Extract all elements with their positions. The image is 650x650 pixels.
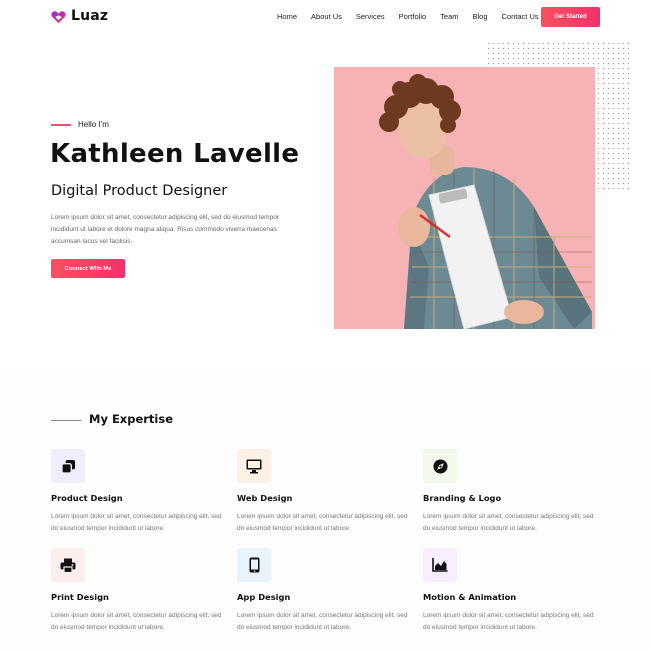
card-description: Lorem ipsum dolor sit amet, consectetur … bbox=[237, 612, 408, 631]
card-title: Branding & Logo bbox=[423, 493, 502, 503]
expertise-card-web-design[interactable]: Web Design Lorem ipsum dolor sit amet, c… bbox=[237, 449, 417, 532]
nav-home[interactable]: Home bbox=[277, 12, 297, 21]
greeting-line bbox=[51, 124, 71, 126]
printer-icon bbox=[51, 548, 85, 582]
nav-blog[interactable]: Blog bbox=[473, 12, 488, 21]
connect-button[interactable]: Connect With Me bbox=[51, 259, 125, 278]
hero-illustration bbox=[379, 74, 592, 329]
hero-description: Lorem ipsum dolor sit amet, consectetur … bbox=[51, 214, 279, 245]
site-header: Luaz Home About Us Services Portfolio Te… bbox=[0, 0, 650, 34]
expertise-card-product-design[interactable]: Product Design Lorem ipsum dolor sit ame… bbox=[51, 449, 231, 532]
expertise-card-print-design[interactable]: Print Design Lorem ipsum dolor sit amet,… bbox=[51, 548, 231, 631]
hero-role: Digital Product Designer bbox=[51, 183, 228, 199]
hero-image bbox=[334, 67, 595, 329]
chart-icon bbox=[423, 548, 457, 582]
card-title: Print Design bbox=[51, 592, 109, 602]
card-title: Web Design bbox=[237, 493, 293, 503]
expertise-card-branding[interactable]: Branding & Logo Lorem ipsum dolor sit am… bbox=[423, 449, 603, 532]
card-description: Lorem ipsum dolor sit amet, consectetur … bbox=[51, 612, 222, 631]
card-description: Lorem ipsum dolor sit amet, consectetur … bbox=[423, 612, 594, 631]
nav-about[interactable]: About Us bbox=[311, 12, 342, 21]
card-title: Motion & Animation bbox=[423, 592, 517, 602]
nav-portfolio[interactable]: Portfolio bbox=[399, 12, 427, 21]
nav-contact[interactable]: Contact Us bbox=[502, 12, 539, 21]
hero-name: Kathleen Lavelle bbox=[50, 139, 300, 169]
mobile-icon bbox=[237, 548, 271, 582]
nav-team[interactable]: Team bbox=[440, 12, 458, 21]
get-started-button[interactable]: Get Started bbox=[541, 7, 600, 27]
card-description: Lorem ipsum dolor sit amet, consectetur … bbox=[423, 513, 594, 532]
section-title-line bbox=[51, 420, 81, 421]
card-description: Lorem ipsum dolor sit amet, consectetur … bbox=[51, 513, 222, 532]
card-title: Product Design bbox=[51, 493, 123, 503]
main-nav: Home About Us Services Portfolio Team Bl… bbox=[277, 12, 553, 21]
greeting: Hello I'm bbox=[78, 120, 109, 129]
card-title: App Design bbox=[237, 592, 291, 602]
compass-icon bbox=[423, 449, 457, 483]
nav-services[interactable]: Services bbox=[356, 12, 385, 21]
logo[interactable]: Luaz bbox=[51, 8, 108, 24]
logo-text: Luaz bbox=[71, 8, 109, 24]
expertise-card-app-design[interactable]: App Design Lorem ipsum dolor sit amet, c… bbox=[237, 548, 417, 631]
logo-icon bbox=[51, 10, 66, 23]
expertise-card-motion[interactable]: Motion & Animation Lorem ipsum dolor sit… bbox=[423, 548, 603, 631]
monitor-icon bbox=[237, 449, 271, 483]
card-description: Lorem ipsum dolor sit amet, consectetur … bbox=[237, 513, 408, 532]
section-title: My Expertise bbox=[89, 412, 174, 426]
layers-icon bbox=[51, 449, 85, 483]
